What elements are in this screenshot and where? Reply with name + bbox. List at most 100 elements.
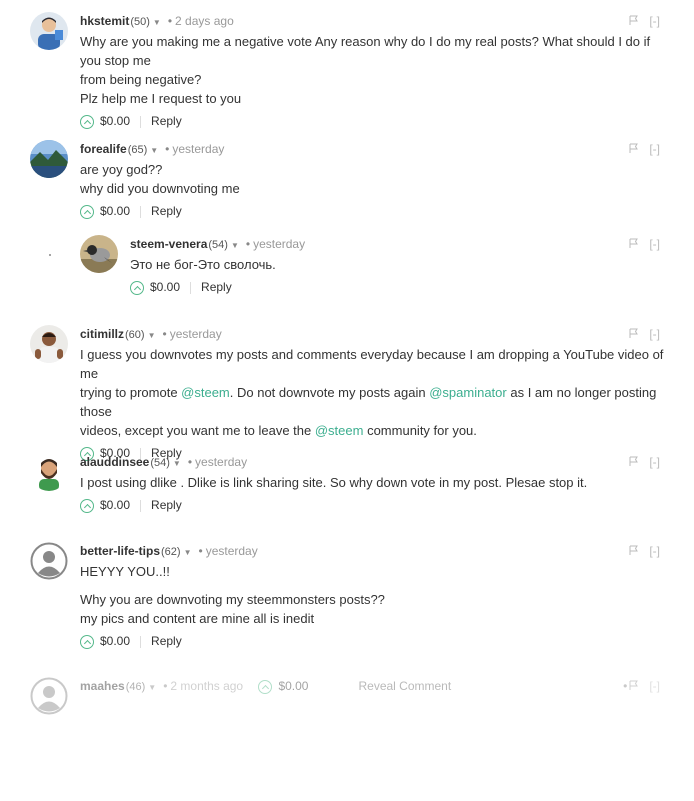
chevron-down-icon[interactable]: ▼ — [173, 459, 181, 468]
chevron-down-icon[interactable]: ▼ — [231, 241, 239, 250]
upvote-icon[interactable] — [258, 679, 273, 694]
reputation: (60) — [125, 329, 145, 341]
avatar[interactable] — [30, 140, 68, 178]
timestamp[interactable]: yesterday — [253, 237, 305, 251]
chevron-down-icon[interactable]: ▼ — [148, 331, 156, 340]
collapse-icon[interactable]: [-] — [649, 142, 660, 156]
flag-icon[interactable] — [629, 236, 639, 254]
flag-icon[interactable] — [629, 326, 639, 344]
text-line: Why you are downvoting my steemmonsters … — [80, 592, 385, 607]
avatar[interactable] — [80, 235, 118, 273]
comment-actions: [-] — [629, 235, 660, 253]
reply-button[interactable]: Reply — [151, 634, 182, 648]
reputation: (46) — [125, 681, 146, 693]
timestamp[interactable]: yesterday — [206, 544, 258, 558]
collapse-icon[interactable]: [-] — [649, 679, 660, 693]
collapse-icon[interactable]: [-] — [649, 14, 660, 28]
payout-value[interactable]: $0.00 — [100, 204, 130, 218]
payout-value[interactable]: $0.00 — [100, 114, 130, 128]
reputation: (54) — [150, 457, 170, 469]
comment-body: hkstemit(50) ▼ • 2 days ago [-] Why are you… — [80, 12, 670, 131]
avatar[interactable] — [30, 453, 68, 491]
avatar[interactable] — [30, 325, 68, 363]
payout-value[interactable]: $0.00 — [100, 498, 130, 512]
text-line: HEYYY YOU..!! — [80, 564, 170, 579]
author-link[interactable]: citimillz — [80, 327, 124, 341]
mention-link[interactable]: @steem — [181, 385, 230, 400]
upvote-icon[interactable] — [80, 114, 94, 129]
upvote-icon[interactable] — [130, 280, 144, 295]
author-link[interactable]: alauddinsee — [80, 455, 149, 469]
reply-button[interactable]: Reply — [201, 280, 232, 294]
timestamp[interactable]: yesterday — [195, 455, 247, 469]
comment-meta: steem-venera(54) ▼ • yesterday — [130, 235, 670, 253]
reply-button[interactable]: Reply — [151, 114, 182, 128]
chevron-down-icon[interactable]: ▼ — [153, 18, 161, 27]
timestamp[interactable]: 2 days ago — [175, 14, 234, 28]
reputation: (65) — [127, 144, 148, 156]
flag-icon[interactable] — [629, 141, 639, 159]
timestamp[interactable]: 2 months ago — [170, 679, 243, 693]
payout-value[interactable]: $0.00 — [100, 634, 130, 648]
comment-body: forealife(65) ▼ • yesterday [-] are yoy god… — [80, 140, 670, 221]
author-link[interactable]: hkstemit — [80, 14, 129, 28]
text-line: are yoy god?? — [80, 162, 163, 177]
timestamp[interactable]: yesterday — [170, 327, 222, 341]
text-line: Why are you making me a negative vote An… — [80, 34, 651, 68]
comment-footer: $0.00 Reply — [80, 111, 670, 131]
text-line: Plz help me I request to you — [80, 91, 242, 106]
comment-meta: hkstemit(50) ▼ • 2 days ago — [80, 12, 670, 30]
collapse-icon[interactable]: [-] — [649, 237, 660, 251]
comment-body: maahes(46) ▼ • 2 months ago $0.00 Reveal Com… — [80, 677, 670, 695]
comment-footer: $0.00 Reply — [80, 631, 670, 651]
text-line: from being negative? — [80, 72, 202, 87]
mention-link[interactable]: @steem — [315, 423, 364, 438]
comment-footer: $0.00 Reply — [130, 277, 670, 297]
flag-icon[interactable] — [629, 543, 639, 561]
stray-dot — [49, 254, 51, 256]
divider — [140, 205, 142, 218]
author-link[interactable]: forealife — [80, 142, 127, 156]
flag-icon[interactable] — [629, 678, 639, 696]
reply-button[interactable]: Reply — [151, 498, 182, 512]
comment-body: citimillz(60) ▼ • yesterday [-] I guess you… — [80, 325, 670, 463]
collapse-icon[interactable]: [-] — [649, 455, 660, 469]
payout-value[interactable]: $0.00 — [150, 280, 180, 294]
chevron-down-icon[interactable]: ▼ — [184, 548, 192, 557]
timestamp[interactable]: yesterday — [172, 142, 224, 156]
collapse-icon[interactable]: [-] — [649, 544, 660, 558]
upvote-icon[interactable] — [80, 204, 94, 219]
separator-dot: • — [623, 679, 628, 693]
upvote-icon[interactable] — [80, 498, 94, 513]
avatar[interactable] — [30, 542, 68, 580]
chevron-down-icon[interactable]: ▼ — [148, 683, 156, 692]
comment-actions: [-] — [629, 325, 660, 343]
collapse-icon[interactable]: [-] — [649, 327, 660, 341]
mention-link[interactable]: @spaminator — [429, 385, 507, 400]
separator-dot: • — [165, 142, 170, 156]
payout-value[interactable]: $0.00 — [278, 679, 308, 693]
author-link[interactable]: steem-venera — [130, 237, 207, 251]
reveal-comment-button[interactable]: Reveal Comment — [358, 679, 451, 693]
author-link[interactable]: better-life-tips — [80, 544, 160, 558]
separator-dot: • — [163, 679, 168, 693]
reputation: (50) — [130, 16, 150, 28]
flag-icon[interactable] — [629, 13, 639, 31]
reputation: (54) — [208, 239, 228, 251]
avatar[interactable] — [30, 677, 68, 715]
separator-dot: • — [187, 455, 193, 469]
flag-icon[interactable] — [629, 454, 639, 472]
chevron-down-icon[interactable]: ▼ — [150, 146, 158, 155]
author-link[interactable]: maahes — [80, 679, 125, 693]
text-line: I guess you downvotes my posts and comme… — [80, 347, 664, 381]
reply-button[interactable]: Reply — [151, 204, 182, 218]
text-line: my pics and content are mine all is ined… — [80, 611, 315, 626]
avatar[interactable] — [30, 12, 68, 50]
upvote-icon[interactable] — [80, 634, 94, 649]
divider — [140, 635, 142, 648]
comment-actions: [-] — [629, 542, 660, 560]
comment-meta: better-life-tips(62) ▼ • yesterday — [80, 542, 670, 560]
text-segment: trying to promote — [80, 385, 182, 400]
comment-meta: citimillz(60) ▼ • yesterday — [80, 325, 670, 343]
